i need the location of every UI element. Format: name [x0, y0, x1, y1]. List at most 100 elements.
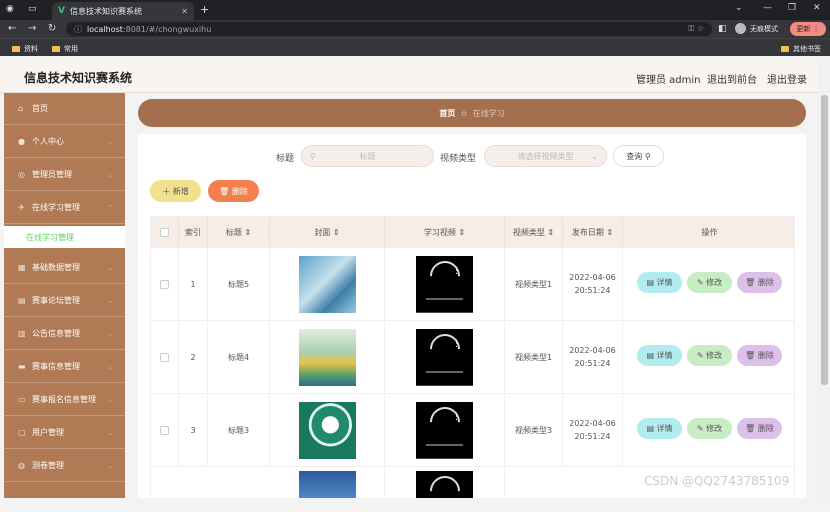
sidebar-item-learning[interactable]: ✈ 在线学习管理 ⌃: [4, 192, 125, 224]
row-type: 视频类型3: [505, 394, 563, 466]
col-type[interactable]: 视频类型 ⇕: [505, 217, 563, 247]
update-button[interactable]: 更新 ⋮: [790, 22, 826, 36]
sidebar-item-admin[interactable]: ◎ 管理员管理 ⌄: [4, 159, 125, 191]
sidebar-item-notice[interactable]: ▥ 公告信息管理 ⌄: [4, 318, 125, 350]
edit-button[interactable]: ✎ 修改: [687, 345, 732, 366]
sidebar-item-signup[interactable]: ▭ 赛事报名信息管理 ⌄: [4, 384, 125, 416]
batch-delete-button[interactable]: 🗑 删除: [208, 180, 259, 202]
detail-button[interactable]: ▤ 详情: [637, 345, 682, 366]
col-video[interactable]: 学习视频 ⇕: [385, 217, 505, 247]
col-date[interactable]: 发布日期 ⇕: [563, 217, 623, 247]
detail-button[interactable]: ▤ 详情: [637, 418, 682, 439]
home-icon: ⌂: [18, 104, 24, 113]
bookmark-folder-2[interactable]: 常用: [52, 44, 78, 54]
col-actions: 操作: [701, 227, 718, 237]
video-player[interactable]: ⋮: [416, 401, 473, 459]
delete-button[interactable]: 🗑 删除: [737, 272, 782, 293]
new-tab-icon[interactable]: +: [200, 3, 209, 16]
scrollbar-thumb[interactable]: [821, 95, 828, 385]
col-title[interactable]: 标题 ⇕: [208, 217, 270, 247]
forward-icon[interactable]: →: [28, 23, 36, 34]
other-bookmarks-label: 其他书签: [793, 45, 821, 53]
back-icon[interactable]: ←: [8, 23, 16, 34]
bookmark-label: 资料: [24, 45, 38, 53]
sort-icon: ⇕: [458, 227, 466, 237]
minimize-icon[interactable]: —: [763, 3, 772, 13]
title-placeholder: 标题: [359, 151, 376, 161]
remove-label: 删除: [757, 351, 774, 360]
sidebar: ⌂ 首页 ● 个人中心 ⌄ ◎ 管理员管理 ⌄ ✈ 在线学习管理 ⌃ 在线学习管理 ▦ 基础数据…: [4, 93, 125, 498]
sidebar-item-label: 赛事论坛管理: [32, 296, 80, 305]
reload-icon[interactable]: ↻: [48, 23, 56, 34]
edit-button[interactable]: ✎ 修改: [687, 272, 732, 293]
edit-button[interactable]: ✎ 修改: [687, 418, 732, 439]
detail-label: 详情: [656, 278, 673, 287]
chrome-menu-icon[interactable]: ◉: [6, 4, 14, 14]
chevron-down-icon: ⌄: [107, 329, 113, 338]
plus-icon: ＋: [162, 186, 171, 196]
update-label: 更新: [796, 25, 811, 33]
cover-image: [298, 328, 356, 386]
sidebar-item-profile[interactable]: ● 个人中心 ⌄: [4, 126, 125, 158]
sidebar-item-data[interactable]: ▦ 基础数据管理 ⌄: [4, 252, 125, 284]
row-checkbox[interactable]: [160, 352, 169, 362]
forum-icon: ▤: [18, 296, 26, 305]
detail-button[interactable]: ▤ 详情: [637, 272, 682, 293]
front-link[interactable]: 退出到前台: [707, 71, 757, 86]
delete-label: 删除: [231, 186, 248, 196]
row-type: 视频类型1: [505, 248, 563, 320]
query-button[interactable]: 查询 ⚲: [613, 145, 664, 167]
tab-list-icon[interactable]: ▭: [28, 4, 37, 14]
data-icon: ▦: [18, 263, 26, 272]
close-window-icon[interactable]: ✕: [813, 3, 821, 13]
browser-tab[interactable]: V 信息技术知识赛系统 ✕: [52, 2, 194, 20]
folder-icon: [52, 46, 60, 52]
key-icon[interactable]: ⚿ ☆: [688, 24, 704, 34]
cover-image: [298, 255, 356, 313]
col-cover[interactable]: 封面 ⇕: [270, 217, 385, 247]
sidebar-subitem-learning[interactable]: 在线学习管理: [4, 226, 125, 248]
title-filter-label: 标题: [276, 154, 295, 164]
tab-title: 信息技术知识赛系统: [69, 6, 142, 16]
site-title: 信息技术知识赛系统: [24, 71, 133, 85]
url-host: localhost: [87, 24, 123, 34]
row-time: 20:51:24: [574, 359, 611, 368]
select-all-cell[interactable]: [151, 217, 179, 247]
video-player[interactable]: ⋮: [416, 328, 473, 386]
delete-button[interactable]: 🗑 删除: [737, 418, 782, 439]
video-player[interactable]: [416, 469, 473, 512]
sidebar-item-forum[interactable]: ▤ 赛事论坛管理 ⌄: [4, 285, 125, 317]
video-player[interactable]: ⋮: [416, 255, 473, 313]
search-icon: ⚲: [310, 151, 316, 161]
sidebar-item-users[interactable]: ▢ 用户管理 ⌄: [4, 417, 125, 449]
row-index: 2: [179, 321, 208, 393]
row-checkbox[interactable]: [160, 279, 169, 289]
tab-search-icon[interactable]: ⌄: [735, 3, 743, 13]
row-index: 1: [179, 248, 208, 320]
incognito-indicator[interactable]: 无痕模式: [735, 23, 778, 34]
delete-button[interactable]: 🗑 删除: [737, 345, 782, 366]
title-search-input[interactable]: ⚲ 标题: [301, 145, 434, 167]
address-bar[interactable]: ⓘ localhost:8081/#/chongwuxihu ⚿ ☆: [66, 22, 712, 36]
close-tab-icon[interactable]: ✕: [181, 7, 188, 16]
breadcrumb-home[interactable]: 首页: [439, 108, 455, 119]
logout-link[interactable]: 退出登录: [767, 71, 807, 86]
col-date-label: 发布日期: [571, 227, 604, 237]
select-all-checkbox[interactable]: [160, 227, 169, 237]
chevron-down-icon: ⌄: [107, 296, 113, 305]
more-icon: ⋮: [452, 411, 461, 422]
video-type-select[interactable]: 请选择视频类型 ⌄: [484, 145, 607, 167]
sidebar-item-event[interactable]: ▬ 赛事信息管理 ⌄: [4, 351, 125, 383]
search-icon: ⚲: [644, 151, 651, 161]
row-title: 标题3: [208, 394, 270, 466]
sidebar-item-exam[interactable]: ◍ 测卷管理 ⌄: [4, 450, 125, 482]
add-button[interactable]: ＋ 新增: [150, 180, 201, 202]
restore-icon[interactable]: ❐: [788, 3, 796, 13]
other-bookmarks[interactable]: 其他书签: [781, 44, 821, 54]
bookmark-folder-1[interactable]: 资料: [12, 44, 38, 54]
info-icon: ⓘ: [74, 24, 82, 34]
sidepanel-icon[interactable]: ◧: [718, 24, 727, 34]
row-checkbox[interactable]: [160, 425, 169, 435]
chevron-down-icon: ⌄: [107, 395, 113, 404]
sidebar-item-home[interactable]: ⌂ 首页: [4, 93, 125, 125]
